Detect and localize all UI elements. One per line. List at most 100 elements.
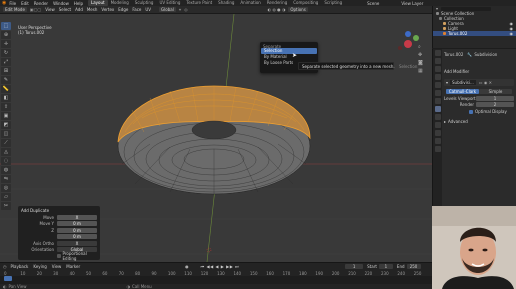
optimal-display-checkbox[interactable] [469,109,473,114]
menu-window[interactable]: Window [53,1,69,6]
transform-orientation[interactable]: Global [159,7,176,12]
menu-view[interactable]: View [45,7,55,12]
constraints-tab-icon[interactable] [434,130,441,136]
scale-icon[interactable]: ⤢ [1,58,11,66]
select-mode-icons[interactable]: ▣▢▢ [30,7,41,12]
menu-marker[interactable]: Marker [66,264,80,269]
hand-icon[interactable]: ✥ [418,52,423,58]
filter-icon[interactable]: ▾ [436,6,438,11]
smooth-icon[interactable]: ◍ [1,166,11,174]
scene-selector[interactable]: Scene [367,1,379,6]
menu-add[interactable]: Add [75,7,83,12]
op-field-move[interactable]: X [57,214,97,220]
material-tab-icon[interactable] [434,146,441,152]
op-field-extra[interactable]: 0 m [57,234,97,239]
menu-playback[interactable]: Playback [11,264,29,269]
outliner-search[interactable] [441,6,492,11]
add-cube-icon[interactable]: ◧ [1,94,11,102]
edge-slide-icon[interactable]: ⇋ [1,175,11,183]
timeline: ◷ Playback Keying View Marker ● ⏮ ◀◀ ◀ ▶… [0,262,432,289]
menu-render[interactable]: Render [34,1,48,6]
current-frame-field[interactable]: 1 [345,264,364,269]
frame-tick-label: 200 [331,270,340,276]
proportional-label: Proportional Editing [62,251,87,261]
op-field-z[interactable]: 0 m [57,227,97,233]
cursor-icon[interactable]: ⊕ [1,31,11,39]
start-label: Start [367,264,377,269]
end-frame-field[interactable]: 250 [406,264,421,269]
rip-icon[interactable]: ✂ [1,202,11,210]
spin-icon[interactable]: ◌ [1,157,11,165]
menu-keying[interactable]: Keying [33,264,46,269]
expand-icon[interactable]: ▾ [446,80,448,85]
inset-icon[interactable]: ▣ [1,112,11,120]
loop-cut-icon[interactable]: ◫ [1,130,11,138]
menu-edge[interactable]: Edge [118,7,128,12]
start-frame-field[interactable]: 1 [378,264,393,269]
overlay-icons[interactable]: ◐ ◍ ● ◑ [268,7,286,12]
grid-icon[interactable]: ▦ [418,68,423,74]
view-layer-selector[interactable]: View Layer [401,1,423,6]
knife-icon[interactable]: ⟋ [1,139,11,147]
camera-icon[interactable]: ◙ [418,60,423,66]
physics-tab-icon[interactable] [434,122,441,128]
modifier-tab-icon[interactable] [434,106,441,112]
annotate-icon[interactable]: ✎ [1,76,11,84]
move-icon[interactable]: ✛ [1,40,11,48]
playhead[interactable] [4,276,12,281]
render-tab-icon[interactable] [434,58,441,64]
snap-icon[interactable]: ⌖ [179,7,181,12]
scene-tab-icon[interactable] [434,82,441,88]
extrude-icon[interactable]: ⇧ [1,103,11,111]
wrench-icon: 🔧 [467,52,473,57]
frame-tick-label: 150 [249,270,258,276]
world-tab-icon[interactable] [434,90,441,96]
object-tab-icon[interactable] [434,98,441,104]
shear-icon[interactable]: ▱ [1,193,11,201]
timeline-track[interactable] [0,276,432,284]
catmull-clark-button[interactable]: Catmull-Clark [446,89,479,94]
zoom-icon[interactable]: ⌕ [418,44,423,50]
modifier-name-field[interactable]: Subdivisi... [450,80,476,85]
menu-view-timeline[interactable]: View [52,264,62,269]
simple-button[interactable]: Simple [479,89,512,94]
advanced-section[interactable]: ▸ Advanced [444,119,468,124]
op-field-move-y[interactable]: 0 m [57,221,97,226]
options-button[interactable]: Options [288,7,308,12]
menu-select[interactable]: Select [59,7,71,12]
proportional-icon[interactable]: ◎ [184,7,188,12]
particles-tab-icon[interactable] [434,114,441,120]
playback-controls[interactable]: ⏮ ◀◀ ◀ ▶ ▶▶ ⏭ [201,264,240,269]
modifier-toggles[interactable]: ▭ ◉ ✕ [479,80,492,85]
measure-icon[interactable]: 📏 [1,85,11,93]
select-box-icon[interactable]: ⬚ [1,22,11,30]
menu-face[interactable]: Face [132,7,141,12]
add-modifier-button[interactable]: Add Modifier [444,69,514,74]
record-icon[interactable]: ● [185,264,189,269]
timeline-editor-icon[interactable]: ◷ [3,264,7,269]
eye-icon[interactable]: ◉ [510,31,514,36]
bevel-icon[interactable]: ◩ [1,121,11,129]
3d-viewport[interactable]: User Perspective (1) Torus.002 ⌕ ✥ ◙ ▦ ⬚… [0,14,432,262]
mode-selector[interactable]: Edit Mode [3,7,27,12]
menu-uv[interactable]: UV [145,7,151,12]
levels-viewport-field[interactable]: 1 [476,96,514,101]
data-tab-icon[interactable] [434,138,441,144]
poly-build-icon[interactable]: ◬ [1,148,11,156]
menu-file[interactable]: File [9,1,16,6]
proportional-checkbox[interactable] [57,254,61,258]
transform-icon[interactable]: ⊞ [1,67,11,75]
menu-edit[interactable]: Edit [21,1,29,6]
menu-vertex[interactable]: Vertex [101,7,114,12]
menu-help[interactable]: Help [74,1,83,6]
render-levels-field[interactable]: 2 [476,102,514,107]
axis-ortho-select[interactable]: X [57,240,97,246]
output-tab-icon[interactable] [434,66,441,72]
tool-tab-icon[interactable] [434,50,441,56]
shrink-icon[interactable]: ◎ [1,184,11,192]
frame-tick-label: 40 [69,270,75,276]
view-layer-tab-icon[interactable] [434,74,441,80]
menu-mesh[interactable]: Mesh [87,7,98,12]
rotate-icon[interactable]: ↻ [1,49,11,57]
outliner-row-torus[interactable]: Torus.002 ◉ [433,31,516,36]
